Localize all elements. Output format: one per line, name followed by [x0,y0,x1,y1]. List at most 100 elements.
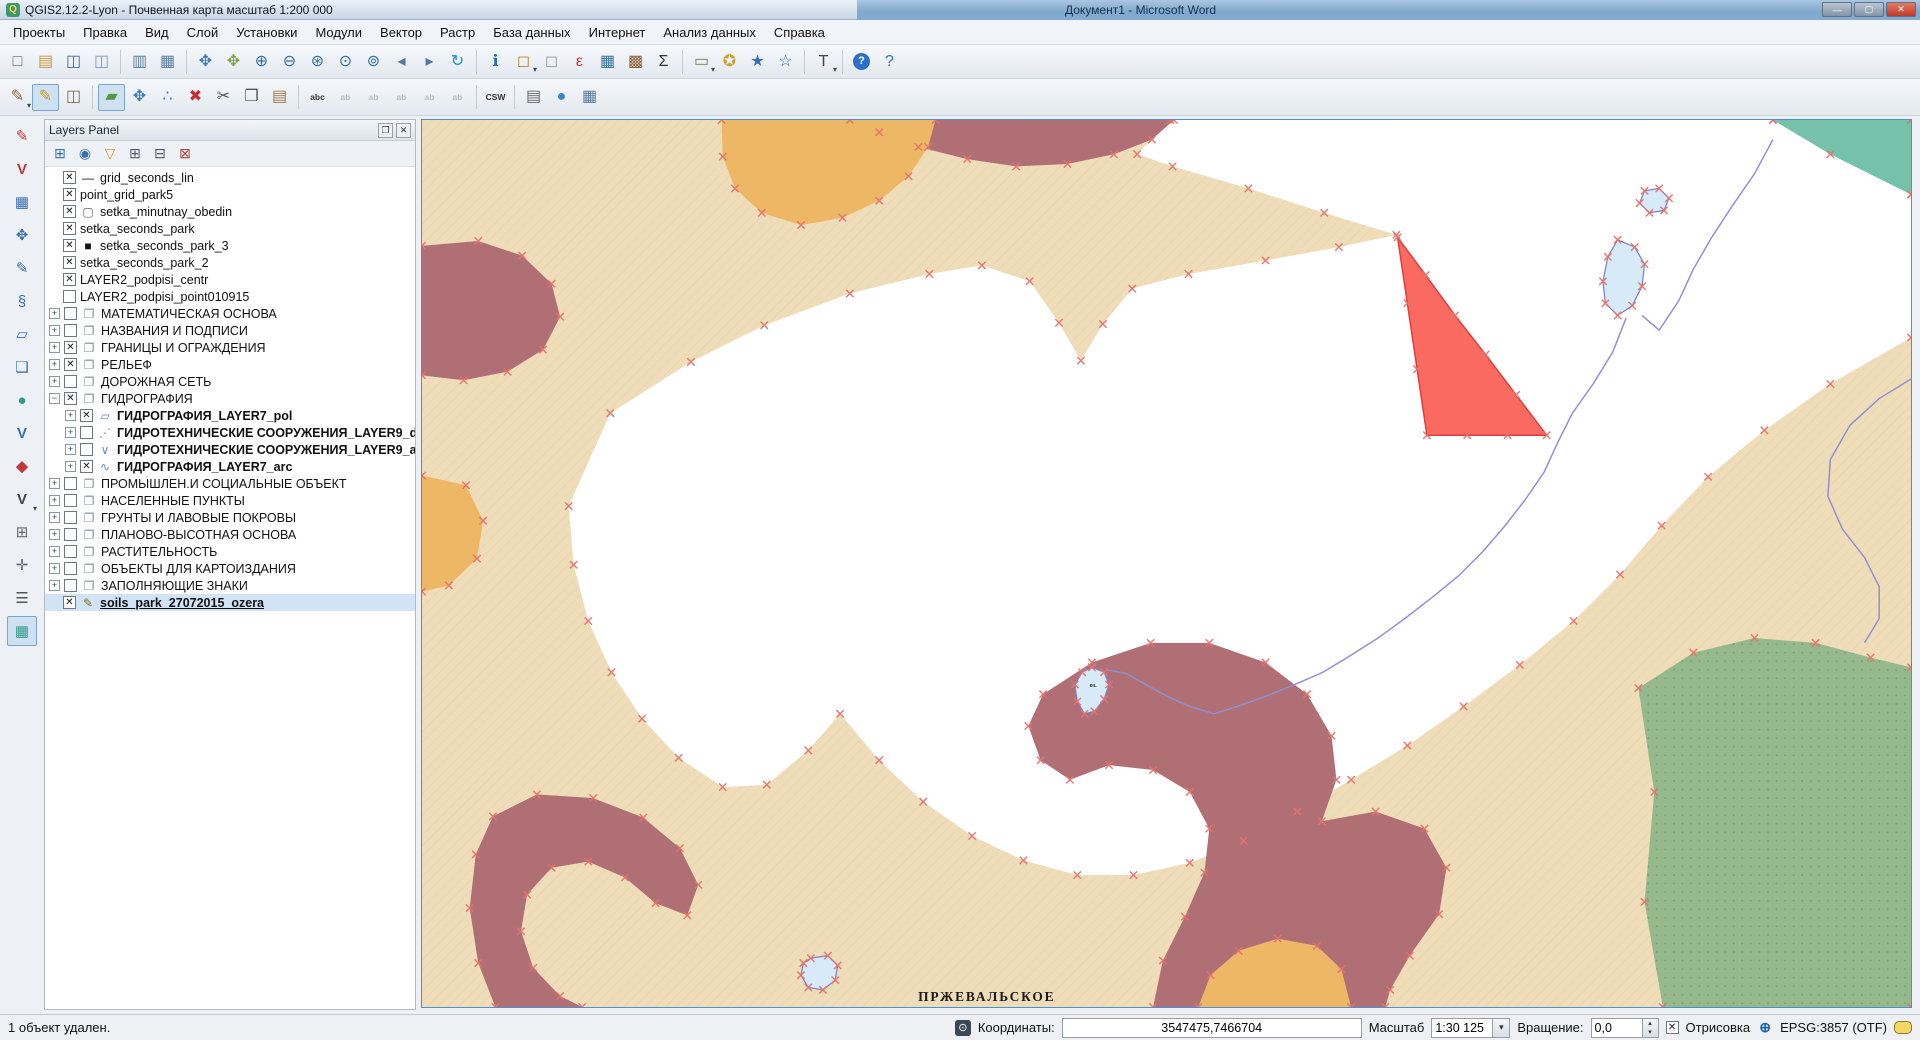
layer-row-gidrografiya-layer7-arc[interactable]: +✕∿ГИДРОГРАФИЯ_LAYER7_arc [45,458,415,475]
layer-row-setka_seconds_park_3[interactable]: ✕■setka_seconds_park_3 [45,237,415,254]
new-project-button[interactable]: □ [4,48,31,75]
layer-row-rastitelnost[interactable]: +❐РАСТИТЕЛЬНОСТЬ [45,543,415,560]
scale-input[interactable] [1431,1018,1493,1038]
layer-row-obekty-dlya-kartoizdaniya[interactable]: +❐ОБЪЕКТЫ ДЛЯ КАРТОИЗДАНИЯ [45,560,415,577]
scale-dropdown-icon[interactable]: ▾ [1493,1018,1510,1038]
layer-checkbox[interactable]: ✕ [64,392,77,405]
layer-expander[interactable]: + [49,580,60,591]
layer-expander[interactable]: + [49,325,60,336]
layer-row-soils_park_27072015_ozera[interactable]: ✕✎soils_park_27072015_ozera [45,594,415,611]
delete-selected-button[interactable]: ✖ [182,84,209,111]
layer-row-grunty-i-lavovye-pokrovy[interactable]: +❐ГРУНТЫ И ЛАВОВЫЕ ПОКРОВЫ [45,509,415,526]
layer-checkbox[interactable]: ✕ [63,596,76,609]
layer-expander[interactable]: + [49,342,60,353]
surveyor-tool[interactable]: ☰ [7,583,37,613]
map-tips-button[interactable]: ✪ [716,48,743,75]
menu-plugins[interactable]: Модули [306,22,371,43]
layer-checkbox[interactable] [64,579,77,592]
layer-checkbox[interactable] [64,324,77,337]
messages-icon[interactable] [1894,1021,1912,1034]
move-tool[interactable]: ✥ [7,220,37,250]
statistical-summary-button[interactable]: Σ [650,48,677,75]
layer-row-layer2_podpisi_centr[interactable]: ✕LAYER2_podpisi_centr [45,271,415,288]
layer-expander[interactable]: + [49,563,60,574]
layer-expander[interactable]: − [49,393,60,404]
pan-map-button[interactable]: ✥ [192,48,219,75]
background-window-titlebar[interactable]: Документ1 - Microsoft Word — ▢ ✕ [857,0,1920,20]
layer-expander[interactable]: + [49,495,60,506]
v-digitize-tool[interactable]: V [7,418,37,448]
text-annotation-button[interactable]: T▾ [810,48,837,75]
layer-expander[interactable]: + [65,427,76,438]
layer-row-matematicheskaya-osnova[interactable]: +❐МАТЕМАТИЧЕСКАЯ ОСНОВА [45,305,415,322]
add-feature-button[interactable]: ▰ [98,84,125,111]
layer-checkbox[interactable] [64,307,77,320]
layer-visibility-button[interactable]: ◉ [74,143,96,165]
field-calculator-button[interactable]: ▩ [622,48,649,75]
current-edits-button[interactable]: ✎▾ [4,84,31,111]
node-edit-tool[interactable]: V▾ [7,484,37,514]
layer-checkbox[interactable] [64,528,77,541]
layer-row-planovo-vysotnaya-osnova[interactable]: +❐ПЛАНОВО-ВЫСОТНАЯ ОСНОВА [45,526,415,543]
toggle-editing-button[interactable]: ✎ [32,84,59,111]
collapse-all-button[interactable]: ⊟ [149,143,171,165]
layer-checkbox[interactable]: ✕ [63,171,76,184]
spin-down-icon[interactable]: ▾ [1643,1028,1658,1037]
close-button[interactable]: ✕ [1886,2,1916,17]
layer-row-setka_seconds_park_2[interactable]: ✕setka_seconds_park_2 [45,254,415,271]
layer-expander[interactable]: + [65,461,76,472]
layer-row-promyshlennye-i-sotsialnye-obekty[interactable]: +❐ПРОМЫШЛЕН.И СОЦИАЛЬНЫЕ ОБЪЕКТ [45,475,415,492]
layer-checkbox[interactable] [64,545,77,558]
print-button[interactable]: ▤ [520,84,547,111]
add-group-button[interactable]: ⊞ [49,143,71,165]
zoom-in-button[interactable]: ⊕ [248,48,275,75]
layer-row-gidrografiya-layer7-pol[interactable]: +✕▱ГИДРОГРАФИЯ_LAYER7_pol [45,407,415,424]
zoom-next-button[interactable]: ▸ [416,48,443,75]
zoom-to-selection-button[interactable]: ⊙ [332,48,359,75]
deselect-features-button[interactable]: ◻ [538,48,565,75]
layer-row-gidrotekh-sooruzheniya-layer9-arc[interactable]: +∨ГИДРОТЕХНИЧЕСКИЕ СООРУЖЕНИЯ_LAYER9_arc [45,441,415,458]
save-layer-edits-button[interactable]: ◫ [60,84,87,111]
identify-features-button[interactable]: ℹ [482,48,509,75]
layer-checkbox[interactable]: ✕ [63,205,76,218]
layer-row-relief[interactable]: +✕❐РЕЛЬЕФ [45,356,415,373]
maximize-button[interactable]: ▢ [1854,2,1884,17]
rotation-input[interactable] [1591,1018,1643,1038]
save-project-button[interactable]: ◫ [60,48,87,75]
new-bookmark-button[interactable]: ★ [744,48,771,75]
paste-features-button[interactable]: ▤ [266,84,293,111]
layer-checkbox[interactable] [80,426,93,439]
menu-layer[interactable]: Слой [178,22,228,43]
layer-checkbox[interactable]: ✕ [64,341,77,354]
layer-row-zapolnyayushchie-znaki[interactable]: +❐ЗАПОЛНЯЮЩИЕ ЗНАКИ [45,577,415,594]
layer-checkbox[interactable]: ✕ [63,222,76,235]
web-globe-tool[interactable]: ● [7,385,37,415]
layer-expander[interactable]: + [49,376,60,387]
layer-row-point_grid_park5[interactable]: ✕point_grid_park5 [45,186,415,203]
layer-row-layer2_podpisi_point010915[interactable]: LAYER2_podpisi_point010915 [45,288,415,305]
shape-tool[interactable]: ▱ [7,319,37,349]
grid-overlay-tool[interactable]: ⊞ [7,517,37,547]
layer-expander[interactable]: + [49,529,60,540]
layer-row-gidrotekh-sooruzheniya-layer9-dot[interactable]: +⋰ГИДРОТЕХНИЧЕСКИЕ СООРУЖЕНИЯ_LAYER9_dot [45,424,415,441]
spin-up-icon[interactable]: ▴ [1643,1019,1658,1028]
zoom-full-button[interactable]: ⊛ [304,48,331,75]
globe-plugin-button[interactable]: ● [548,84,575,111]
layer-row-naselennye-punkty[interactable]: +❐НАСЕЛЕННЫЕ ПУНКТЫ [45,492,415,509]
close-panel-button[interactable]: ✕ [396,123,411,138]
select-features-button[interactable]: ◻▾ [510,48,537,75]
layer-row-grid_seconds_lin[interactable]: ✕—grid_seconds_lin [45,169,415,186]
remove-layer-button[interactable]: ⊠ [174,143,196,165]
zoom-out-button[interactable]: ⊖ [276,48,303,75]
layer-checkbox[interactable] [64,477,77,490]
layer-checkbox[interactable]: ✕ [63,256,76,269]
layer-checkbox[interactable]: ✕ [63,239,76,252]
mouse-position-icon[interactable]: ⊙ [955,1020,971,1036]
open-attribute-table-button[interactable]: ▦ [594,48,621,75]
layer-checkbox[interactable] [64,494,77,507]
float-panel-button[interactable]: ❐ [378,123,393,138]
show-bookmarks-button[interactable]: ☆ [772,48,799,75]
layer-checkbox[interactable]: ✕ [63,188,76,201]
grid-tool[interactable]: ▦ [7,187,37,217]
menu-database[interactable]: База данных [484,22,579,43]
